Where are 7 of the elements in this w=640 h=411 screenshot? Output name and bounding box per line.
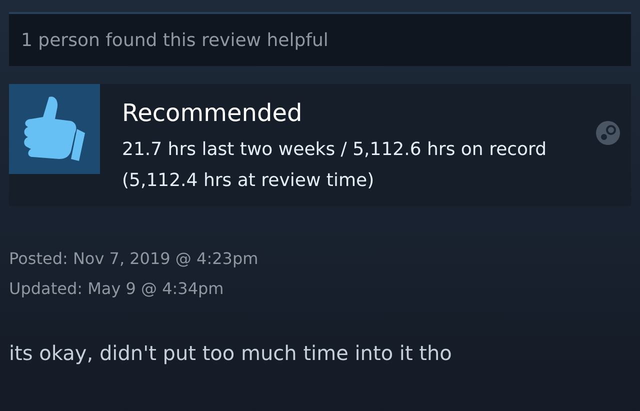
review-date: Updated: May 9 @ 4:34pm — [9, 278, 225, 300]
review-date: Posted: Nov 7, 2019 @ 4:23pm — [9, 248, 260, 270]
helpful-count: 1 person found this review helpful — [9, 14, 631, 66]
steam-icon — [595, 120, 621, 146]
review-text: its okay, didn't put too much time into it tho — [9, 340, 453, 367]
verdict-title: Recommended — [122, 98, 304, 129]
hours-played: 21.7 hrs last two weeks / 5,112.6 hrs on record (5,112.4 hrs at review time) — [122, 138, 548, 193]
